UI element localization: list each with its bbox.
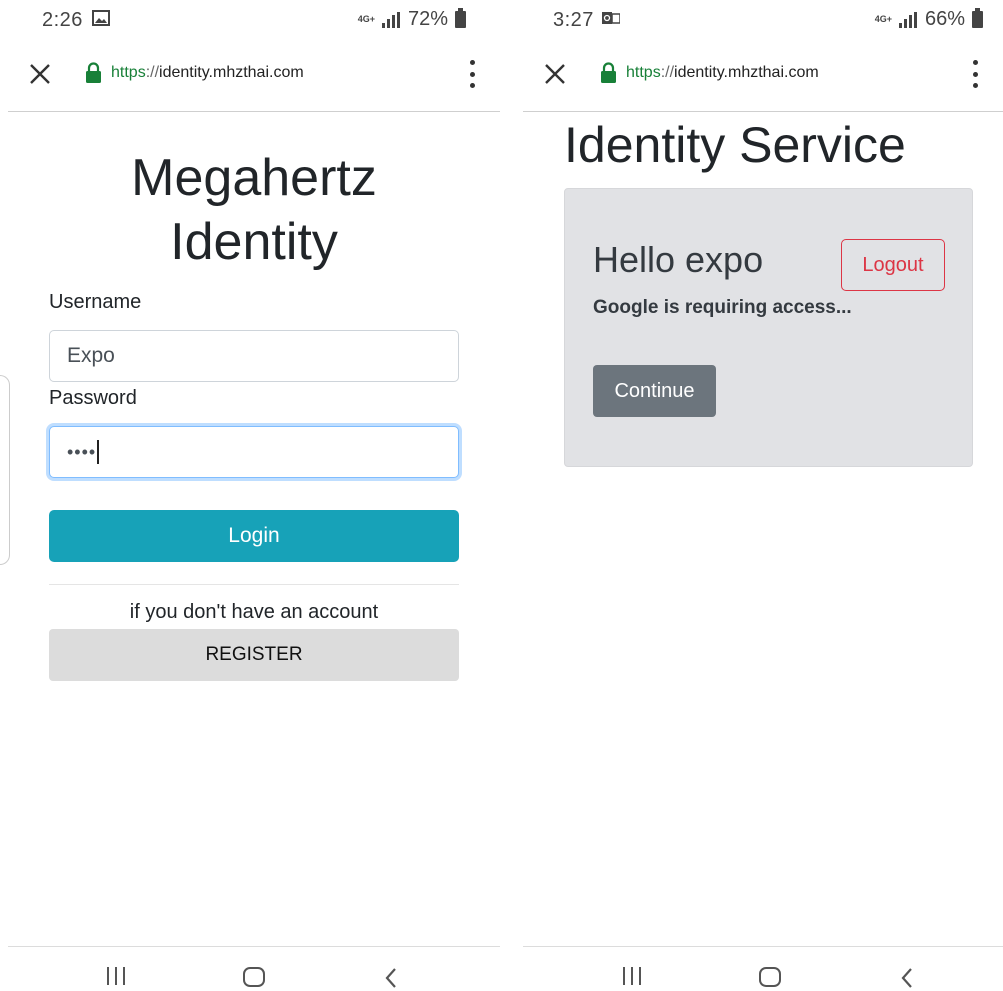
status-bar: 2:26 4G+ 72% bbox=[0, 0, 508, 40]
login-page: Megahertz Identity Username Expo Passwor… bbox=[0, 113, 508, 946]
identity-service-screen: 3:27 4G+ 66% https://identity.mhzthai.co… bbox=[515, 0, 1003, 991]
network-icon: 4G+ bbox=[874, 14, 892, 24]
close-icon[interactable] bbox=[543, 62, 567, 86]
service-page: Identity Service Hello expo Logout Googl… bbox=[515, 113, 1003, 946]
browser-toolbar: https://identity.mhzthai.com bbox=[8, 40, 500, 112]
back-icon[interactable] bbox=[382, 967, 402, 989]
register-button[interactable]: REGISTER bbox=[49, 629, 459, 681]
battery-icon bbox=[455, 8, 466, 28]
home-icon[interactable] bbox=[759, 967, 781, 987]
login-screen: 2:26 4G+ 72% https://identity.mhzthai.co… bbox=[0, 0, 508, 991]
page-title: Megahertz Identity bbox=[131, 149, 377, 271]
close-icon[interactable] bbox=[28, 62, 52, 86]
back-icon[interactable] bbox=[898, 967, 918, 989]
status-time: 2:26 bbox=[42, 9, 83, 31]
password-input[interactable]: •••• bbox=[49, 426, 459, 478]
lock-icon bbox=[601, 62, 616, 83]
username-label: Username bbox=[49, 291, 142, 313]
battery-percent: 72% bbox=[407, 8, 448, 30]
divider bbox=[49, 584, 459, 585]
battery-icon bbox=[972, 8, 983, 28]
page-title: Identity Service bbox=[564, 117, 906, 173]
more-menu-icon[interactable] bbox=[971, 60, 979, 88]
no-account-text: if you don't have an account bbox=[129, 601, 379, 623]
recent-apps-icon[interactable] bbox=[623, 967, 641, 985]
address-bar[interactable]: https://identity.mhzthai.com bbox=[111, 64, 304, 82]
continue-button[interactable]: Continue bbox=[593, 365, 716, 417]
image-icon bbox=[92, 10, 110, 26]
login-button[interactable]: Login bbox=[49, 510, 459, 562]
signal-icon bbox=[898, 11, 917, 28]
greeting: Hello expo bbox=[593, 239, 764, 280]
more-menu-icon[interactable] bbox=[468, 60, 476, 88]
status-indicators: 4G+ 66% bbox=[875, 8, 983, 31]
android-nav-bar bbox=[523, 946, 1003, 991]
status-indicators: 4G+ 72% bbox=[358, 8, 466, 31]
status-bar: 3:27 4G+ 66% bbox=[515, 0, 1003, 40]
password-label: Password bbox=[49, 387, 137, 409]
card-edge bbox=[0, 375, 10, 565]
home-icon[interactable] bbox=[243, 967, 265, 987]
logout-button[interactable]: Logout bbox=[841, 239, 945, 291]
lock-icon bbox=[86, 62, 101, 83]
recent-apps-icon[interactable] bbox=[107, 967, 125, 985]
consent-panel: Hello expo Logout Google is requiring ac… bbox=[564, 188, 973, 467]
network-icon: 4G+ bbox=[357, 14, 375, 24]
username-input[interactable]: Expo bbox=[49, 330, 459, 382]
android-nav-bar bbox=[8, 946, 500, 991]
access-message: Google is requiring access... bbox=[593, 297, 852, 318]
text-caret bbox=[97, 440, 99, 465]
address-bar[interactable]: https://identity.mhzthai.com bbox=[626, 64, 819, 82]
browser-toolbar: https://identity.mhzthai.com bbox=[523, 40, 1003, 112]
outlook-icon bbox=[602, 12, 620, 24]
battery-percent: 66% bbox=[924, 8, 965, 30]
status-time: 3:27 bbox=[553, 9, 594, 31]
signal-icon bbox=[381, 11, 400, 28]
